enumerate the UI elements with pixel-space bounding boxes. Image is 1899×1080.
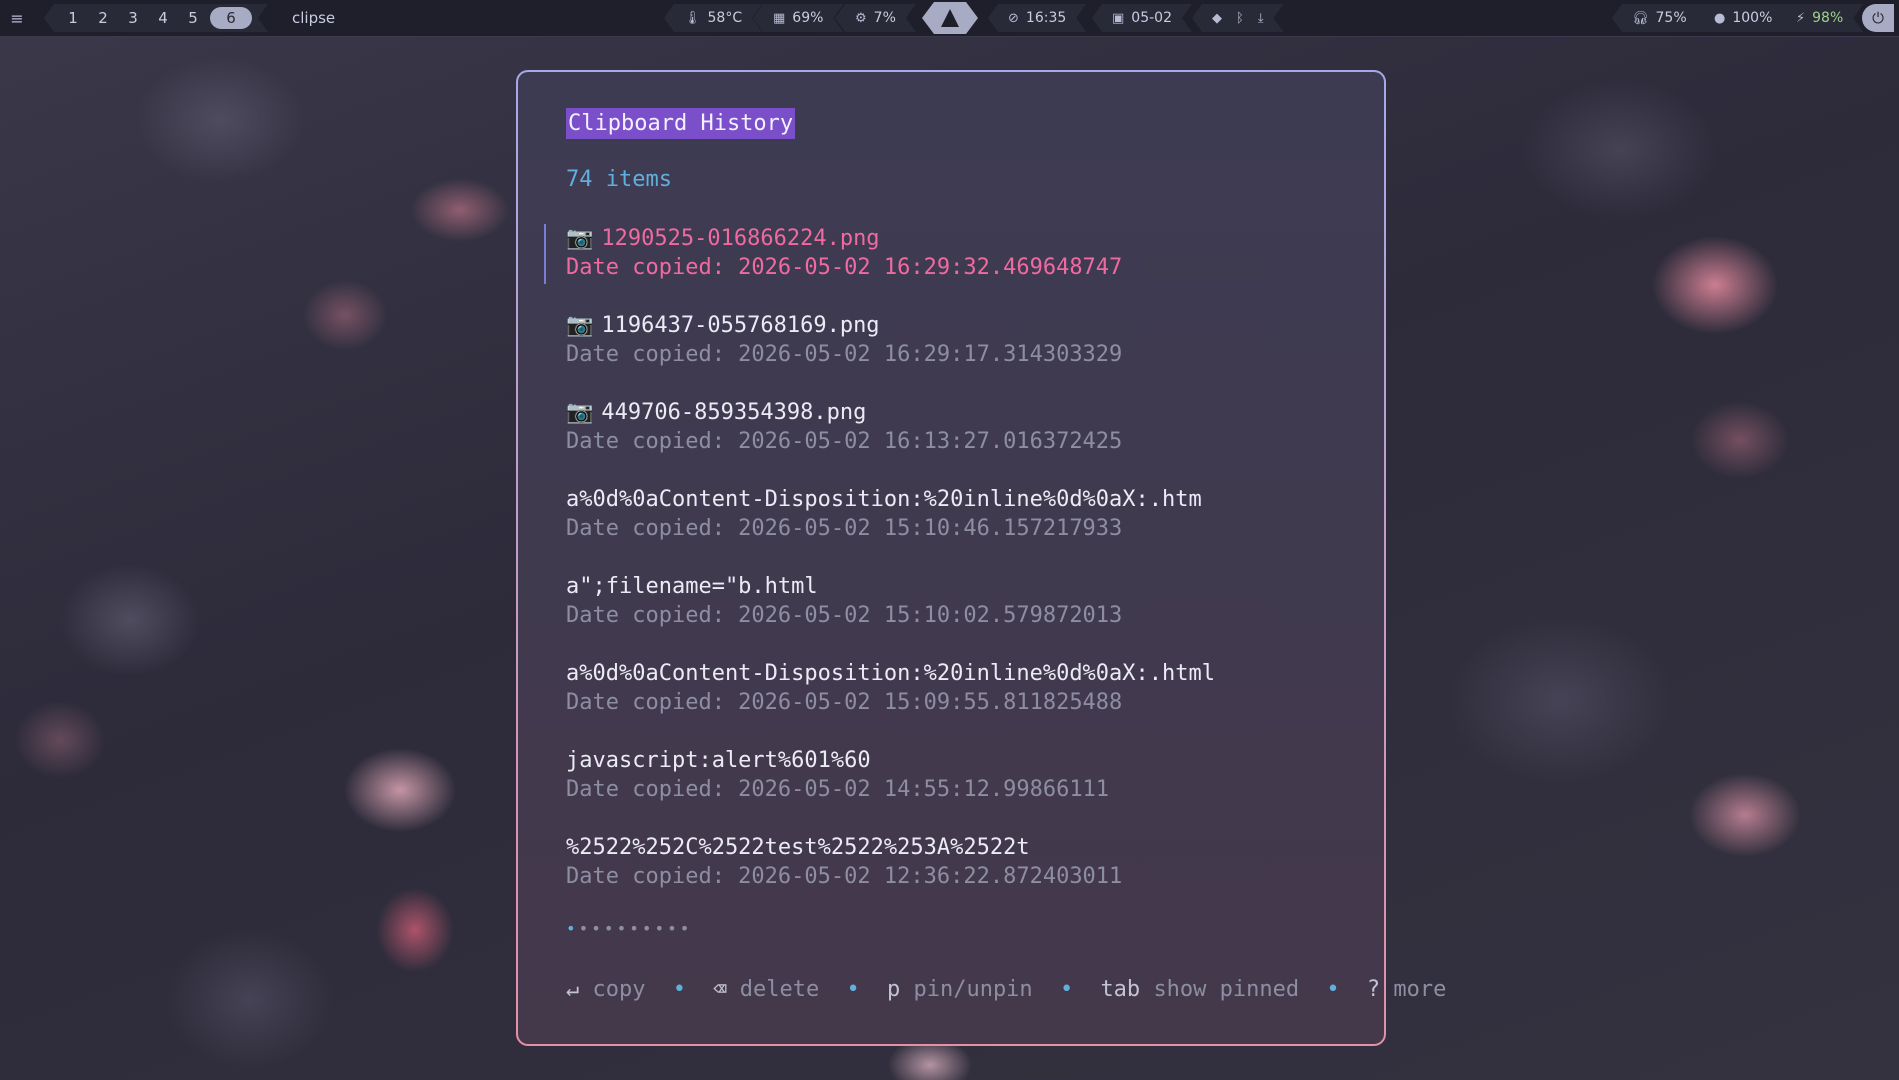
entry-text: javascript:alert%601%60 bbox=[566, 748, 871, 773]
page-dot[interactable]: • bbox=[579, 919, 592, 938]
backspace-key-hint: ⌫ bbox=[713, 977, 727, 1002]
page-dot[interactable]: • bbox=[654, 919, 667, 938]
more-hint: more bbox=[1393, 977, 1447, 1002]
entry-text: a%0d%0aContent-Disposition:%20inline%0d%… bbox=[566, 487, 1202, 512]
battery-module[interactable]: ⚡ 98% bbox=[1776, 4, 1863, 32]
calendar-icon: ▣ bbox=[1112, 10, 1125, 26]
page-dot[interactable]: • bbox=[667, 919, 680, 938]
power-icon[interactable]: ⏻ bbox=[1862, 4, 1894, 32]
workspace-switcher: 1 2 3 4 5 6 bbox=[44, 4, 268, 32]
entry-date: Date copied: 2026-05-02 16:29:17.3143033… bbox=[566, 342, 1123, 367]
workspace-2[interactable]: 2 bbox=[88, 9, 118, 27]
memory-module[interactable]: ▦ 69% bbox=[753, 4, 843, 32]
entry-text: 1196437-055768169.png bbox=[601, 313, 880, 338]
clipboard-entry[interactable]: a%0d%0aContent-Disposition:%20inline%0d%… bbox=[566, 659, 1366, 717]
copy-hint: copy bbox=[592, 977, 646, 1002]
memory-icon: ▦ bbox=[773, 10, 786, 26]
wifi-icon[interactable]: ◆ bbox=[1212, 11, 1222, 26]
keybinding-help: ↵ copy • ⌫ delete • p pin/unpin • tab sh… bbox=[566, 977, 1446, 1002]
date-value: 05-02 bbox=[1131, 10, 1172, 26]
panel-title: Clipboard History bbox=[566, 108, 796, 139]
clipboard-entry[interactable]: a%0d%0aContent-Disposition:%20inline%0d%… bbox=[566, 485, 1366, 543]
clipboard-entry[interactable]: a";filename="b.html Date copied: 2026-05… bbox=[566, 572, 1366, 630]
page-dot[interactable]: • bbox=[566, 919, 579, 938]
camera-icon: 📷 bbox=[566, 400, 594, 425]
clock-module[interactable]: ⊘ 16:35 bbox=[988, 4, 1086, 32]
thermometer-icon: 🌡︎ bbox=[684, 10, 701, 26]
workspace-1[interactable]: 1 bbox=[58, 9, 88, 27]
workspace-3[interactable]: 3 bbox=[118, 9, 148, 27]
entry-date: Date copied: 2026-05-02 15:10:02.5798720… bbox=[566, 603, 1123, 628]
clipboard-entry[interactable]: 📷 449706-859354398.png Date copied: 2026-… bbox=[566, 398, 1366, 456]
question-key-hint: ? bbox=[1366, 977, 1381, 1002]
page-dot[interactable]: • bbox=[617, 919, 630, 938]
clipboard-entry[interactable]: javascript:alert%601%60 Date copied: 202… bbox=[566, 746, 1366, 804]
bluetooth-icon[interactable]: ᛒ bbox=[1236, 11, 1244, 26]
entry-date: Date copied: 2026-05-02 15:09:55.8118254… bbox=[566, 690, 1123, 715]
help-separator: • bbox=[846, 977, 860, 1002]
headphones-value: 75% bbox=[1655, 10, 1687, 26]
workspace-4[interactable]: 4 bbox=[148, 9, 178, 27]
battery-value: 98% bbox=[1812, 10, 1844, 26]
entry-text: 1290525-016866224.png bbox=[601, 226, 880, 251]
entry-text: 449706-859354398.png bbox=[601, 400, 867, 425]
camera-icon: 📷 bbox=[566, 226, 594, 251]
active-window-title: clipse bbox=[292, 9, 336, 27]
item-count: 74 items bbox=[566, 167, 672, 192]
hamburger-menu-icon[interactable]: ≡ bbox=[6, 0, 28, 36]
pagination-dots[interactable]: •••••••••• bbox=[566, 919, 692, 938]
volume-dot-icon: ● bbox=[1714, 10, 1726, 26]
entry-date: Date copied: 2026-05-02 15:10:46.1572179… bbox=[566, 516, 1123, 541]
pin-hint: pin/unpin bbox=[913, 977, 1033, 1002]
workspace-5[interactable]: 5 bbox=[178, 9, 208, 27]
entry-text: a";filename="b.html bbox=[566, 574, 818, 599]
help-separator: • bbox=[672, 977, 686, 1002]
clock-time: 16:35 bbox=[1025, 10, 1067, 26]
clipboard-entry-selected[interactable]: 📷 1290525-016866224.png Date copied: 2026… bbox=[566, 224, 1366, 282]
page-dot[interactable]: • bbox=[642, 919, 655, 938]
headphones-module[interactable]: 🎧︎ 75% bbox=[1612, 4, 1707, 32]
page-dot[interactable]: • bbox=[629, 919, 642, 938]
camera-icon: 📷 bbox=[566, 313, 594, 338]
entry-date: Date copied: 2026-05-02 16:29:32.4696487… bbox=[566, 255, 1123, 280]
tray-module: ◆ ᛒ ⤓ bbox=[1192, 4, 1284, 32]
entry-text: a%0d%0aContent-Disposition:%20inline%0d%… bbox=[566, 661, 1216, 686]
cpu-module[interactable]: ⚙ 7% bbox=[835, 4, 916, 32]
temperature-module[interactable]: 🌡︎ 58°C bbox=[664, 4, 762, 32]
temperature-value: 58°C bbox=[707, 10, 743, 26]
entry-text: %2522%252C%2522test%2522%253A%2522t bbox=[566, 835, 1030, 860]
cpu-value: 7% bbox=[873, 10, 896, 26]
entry-date: Date copied: 2026-05-02 14:55:12.9986611… bbox=[566, 777, 1110, 802]
headphones-icon: 🎧︎ bbox=[1632, 10, 1649, 26]
battery-charging-icon: ⚡ bbox=[1796, 10, 1806, 26]
help-separator: • bbox=[1326, 977, 1340, 1002]
cpu-icon: ⚙ bbox=[855, 10, 867, 26]
date-module[interactable]: ▣ 05-02 bbox=[1092, 4, 1192, 32]
clipboard-entry[interactable]: 📷 1196437-055768169.png Date copied: 2026… bbox=[566, 311, 1366, 369]
clipboard-entry[interactable]: %2522%252C%2522test%2522%253A%2522t Date… bbox=[566, 833, 1366, 891]
workspace-6-active[interactable]: 6 bbox=[210, 7, 252, 29]
help-separator: • bbox=[1059, 977, 1074, 1002]
tab-key-hint: tab bbox=[1100, 977, 1141, 1002]
download-icon[interactable]: ⤓ bbox=[1258, 11, 1264, 26]
page-dot[interactable]: • bbox=[680, 919, 693, 938]
enter-key-hint: ↵ bbox=[566, 977, 580, 1002]
eye-off-icon: ⊘ bbox=[1008, 10, 1019, 26]
p-key-hint: p bbox=[886, 977, 901, 1002]
entry-date: Date copied: 2026-05-02 12:36:22.8724030… bbox=[566, 864, 1123, 889]
memory-value: 69% bbox=[792, 10, 824, 26]
entry-date: Date copied: 2026-05-02 16:13:27.0163724… bbox=[566, 429, 1123, 454]
delete-hint: delete bbox=[739, 977, 820, 1002]
selection-indicator bbox=[544, 224, 546, 284]
page-dot[interactable]: • bbox=[604, 919, 617, 938]
show-pinned-hint: show pinned bbox=[1153, 977, 1300, 1002]
page-dot[interactable]: • bbox=[591, 919, 604, 938]
clipboard-history-panel: Clipboard History 74 items 📷 1290525-0168… bbox=[516, 70, 1446, 1046]
status-bar: ≡ 1 2 3 4 5 6 clipse 🌡︎ 58°C ▦ 69% ⚙ 7% … bbox=[0, 0, 1899, 37]
volume-value: 100% bbox=[1732, 10, 1773, 26]
arch-logo-icon[interactable] bbox=[922, 2, 978, 34]
